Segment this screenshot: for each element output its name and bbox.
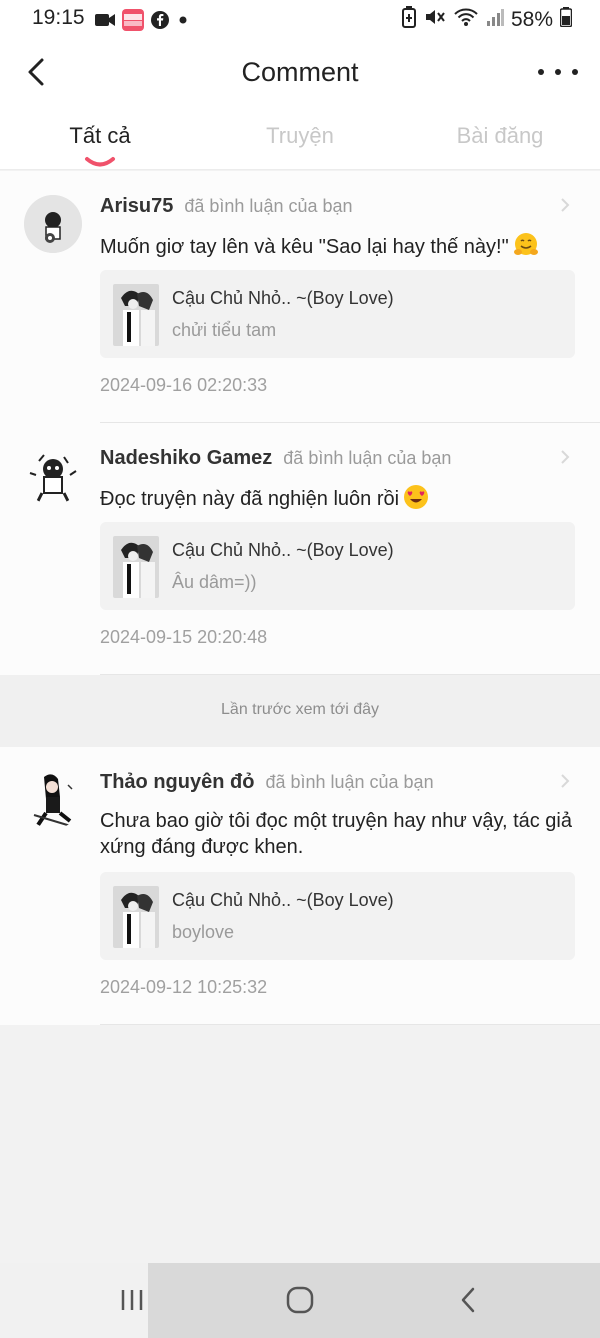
tab-label: Bài đăng xyxy=(456,123,544,148)
last-seen-label: Lần trước xem tới đây xyxy=(221,701,379,718)
battery-icon xyxy=(559,7,573,32)
status-system-icons: 58% xyxy=(401,6,573,33)
story-reference-card[interactable]: Cậu Chủ Nhỏ.. ~(Boy Love) boylove xyxy=(100,872,575,960)
avatar[interactable] xyxy=(24,195,82,253)
battery-saver-icon xyxy=(401,6,417,33)
comment-action: đã bình luận của bạn xyxy=(184,196,353,216)
system-navigation-bar xyxy=(0,1263,600,1338)
my-comment-snippet: boylove xyxy=(172,922,235,942)
story-title: Cậu Chủ Nhỏ.. ~(Boy Love) xyxy=(172,540,394,560)
story-title: Cậu Chủ Nhỏ.. ~(Boy Love) xyxy=(172,890,394,910)
comment-header: Nadeshiko Gamez đã bình luận của bạn xyxy=(100,447,451,470)
divider xyxy=(100,674,600,675)
divider xyxy=(100,1024,600,1025)
comment-text-content: Muốn giơ tay lên và kêu "Sao lại hay thế… xyxy=(100,236,509,258)
username[interactable]: Nadeshiko Gamez xyxy=(100,447,272,470)
home-button[interactable] xyxy=(280,1283,320,1317)
comment-action: đã bình luận của bạn xyxy=(283,448,452,468)
tab-posts[interactable]: Bài đăng xyxy=(400,110,600,169)
more-options-button[interactable] xyxy=(538,62,578,82)
chevron-right-icon xyxy=(561,774,570,788)
recent-apps-button[interactable] xyxy=(112,1283,152,1317)
status-bar: 19:15 58% xyxy=(0,0,600,38)
app-header: Comment xyxy=(0,38,600,110)
username[interactable]: Thảo nguyên đỏ xyxy=(100,771,254,794)
chevron-right-icon xyxy=(561,198,570,212)
mangatoon-app-icon xyxy=(122,9,144,36)
hugging-face-emoji xyxy=(513,233,538,255)
page-title: Comment xyxy=(241,57,359,87)
dot-icon xyxy=(176,13,190,32)
mute-icon xyxy=(424,7,446,32)
tab-label: Tất cả xyxy=(69,123,131,148)
comment-text: Muốn giơ tay lên và kêu "Sao lại hay thế… xyxy=(100,232,572,260)
comment-header: Thảo nguyên đỏ đã bình luận của bạn xyxy=(100,771,434,794)
story-title: Cậu Chủ Nhỏ.. ~(Boy Love) xyxy=(172,288,394,308)
facebook-icon xyxy=(150,10,170,35)
active-tab-indicator xyxy=(85,157,115,167)
comment-timestamp: 2024-09-15 20:20:48 xyxy=(100,627,268,647)
comment-header: Arisu75 đã bình luận của bạn xyxy=(100,195,353,218)
comment-text: Chưa bao giờ tôi đọc một truyện hay như … xyxy=(100,810,572,858)
nav-bar-shade xyxy=(148,1263,600,1338)
avatar[interactable] xyxy=(24,771,82,829)
story-thumbnail xyxy=(113,886,159,948)
more-dot xyxy=(555,69,561,75)
story-reference-card[interactable]: Cậu Chủ Nhỏ.. ~(Boy Love) Âu dâm=)) xyxy=(100,522,575,610)
video-icon xyxy=(94,12,116,33)
comment-text: Đọc truyện này đã nghiện luôn rồi xyxy=(100,484,572,512)
comment-action: đã bình luận của bạn xyxy=(265,772,434,792)
recent-apps-icon xyxy=(121,1290,143,1310)
my-comment-snippet: chửi tiểu tam xyxy=(172,320,277,340)
story-reference-card[interactable]: Cậu Chủ Nhỏ.. ~(Boy Love) chửi tiểu tam xyxy=(100,270,575,358)
wifi-icon xyxy=(453,7,479,32)
comment-item[interactable]: Arisu75 đã bình luận của bạn Muốn giơ ta… xyxy=(0,171,600,423)
comment-item[interactable]: Thảo nguyên đỏ đã bình luận của bạn Chưa… xyxy=(0,747,600,1025)
username[interactable]: Arisu75 xyxy=(100,195,173,218)
story-thumbnail xyxy=(113,284,159,346)
chevron-right-icon xyxy=(561,450,570,464)
comment-item[interactable]: Nadeshiko Gamez đã bình luận của bạn Đọc… xyxy=(0,423,600,675)
more-dot xyxy=(572,69,578,75)
tab-all[interactable]: Tất cả xyxy=(0,110,200,169)
comment-timestamp: 2024-09-12 10:25:32 xyxy=(100,977,268,997)
avatar[interactable] xyxy=(24,447,82,505)
my-comment-snippet: Âu dâm=)) xyxy=(172,572,257,592)
heart-eyes-emoji xyxy=(404,485,429,509)
battery-percent: 58% xyxy=(510,7,553,31)
more-dot xyxy=(538,69,544,75)
status-notification-icons xyxy=(94,9,190,36)
status-time: 19:15 xyxy=(32,6,85,29)
tab-bar: Tất cả Truyện Bài đăng xyxy=(0,110,600,170)
comment-timestamp: 2024-09-16 02:20:33 xyxy=(100,375,268,395)
comment-list: Arisu75 đã bình luận của bạn Muốn giơ ta… xyxy=(0,171,600,1025)
signal-icon xyxy=(486,8,504,31)
last-seen-divider: Lần trước xem tới đây xyxy=(0,675,600,747)
system-back-button[interactable] xyxy=(448,1283,488,1317)
back-icon xyxy=(461,1287,475,1313)
home-icon xyxy=(286,1286,314,1314)
story-thumbnail xyxy=(113,536,159,598)
tab-label: Truyện xyxy=(266,123,334,148)
comment-text-content: Đọc truyện này đã nghiện luôn rồi xyxy=(100,488,400,510)
tab-stories[interactable]: Truyện xyxy=(200,110,400,169)
